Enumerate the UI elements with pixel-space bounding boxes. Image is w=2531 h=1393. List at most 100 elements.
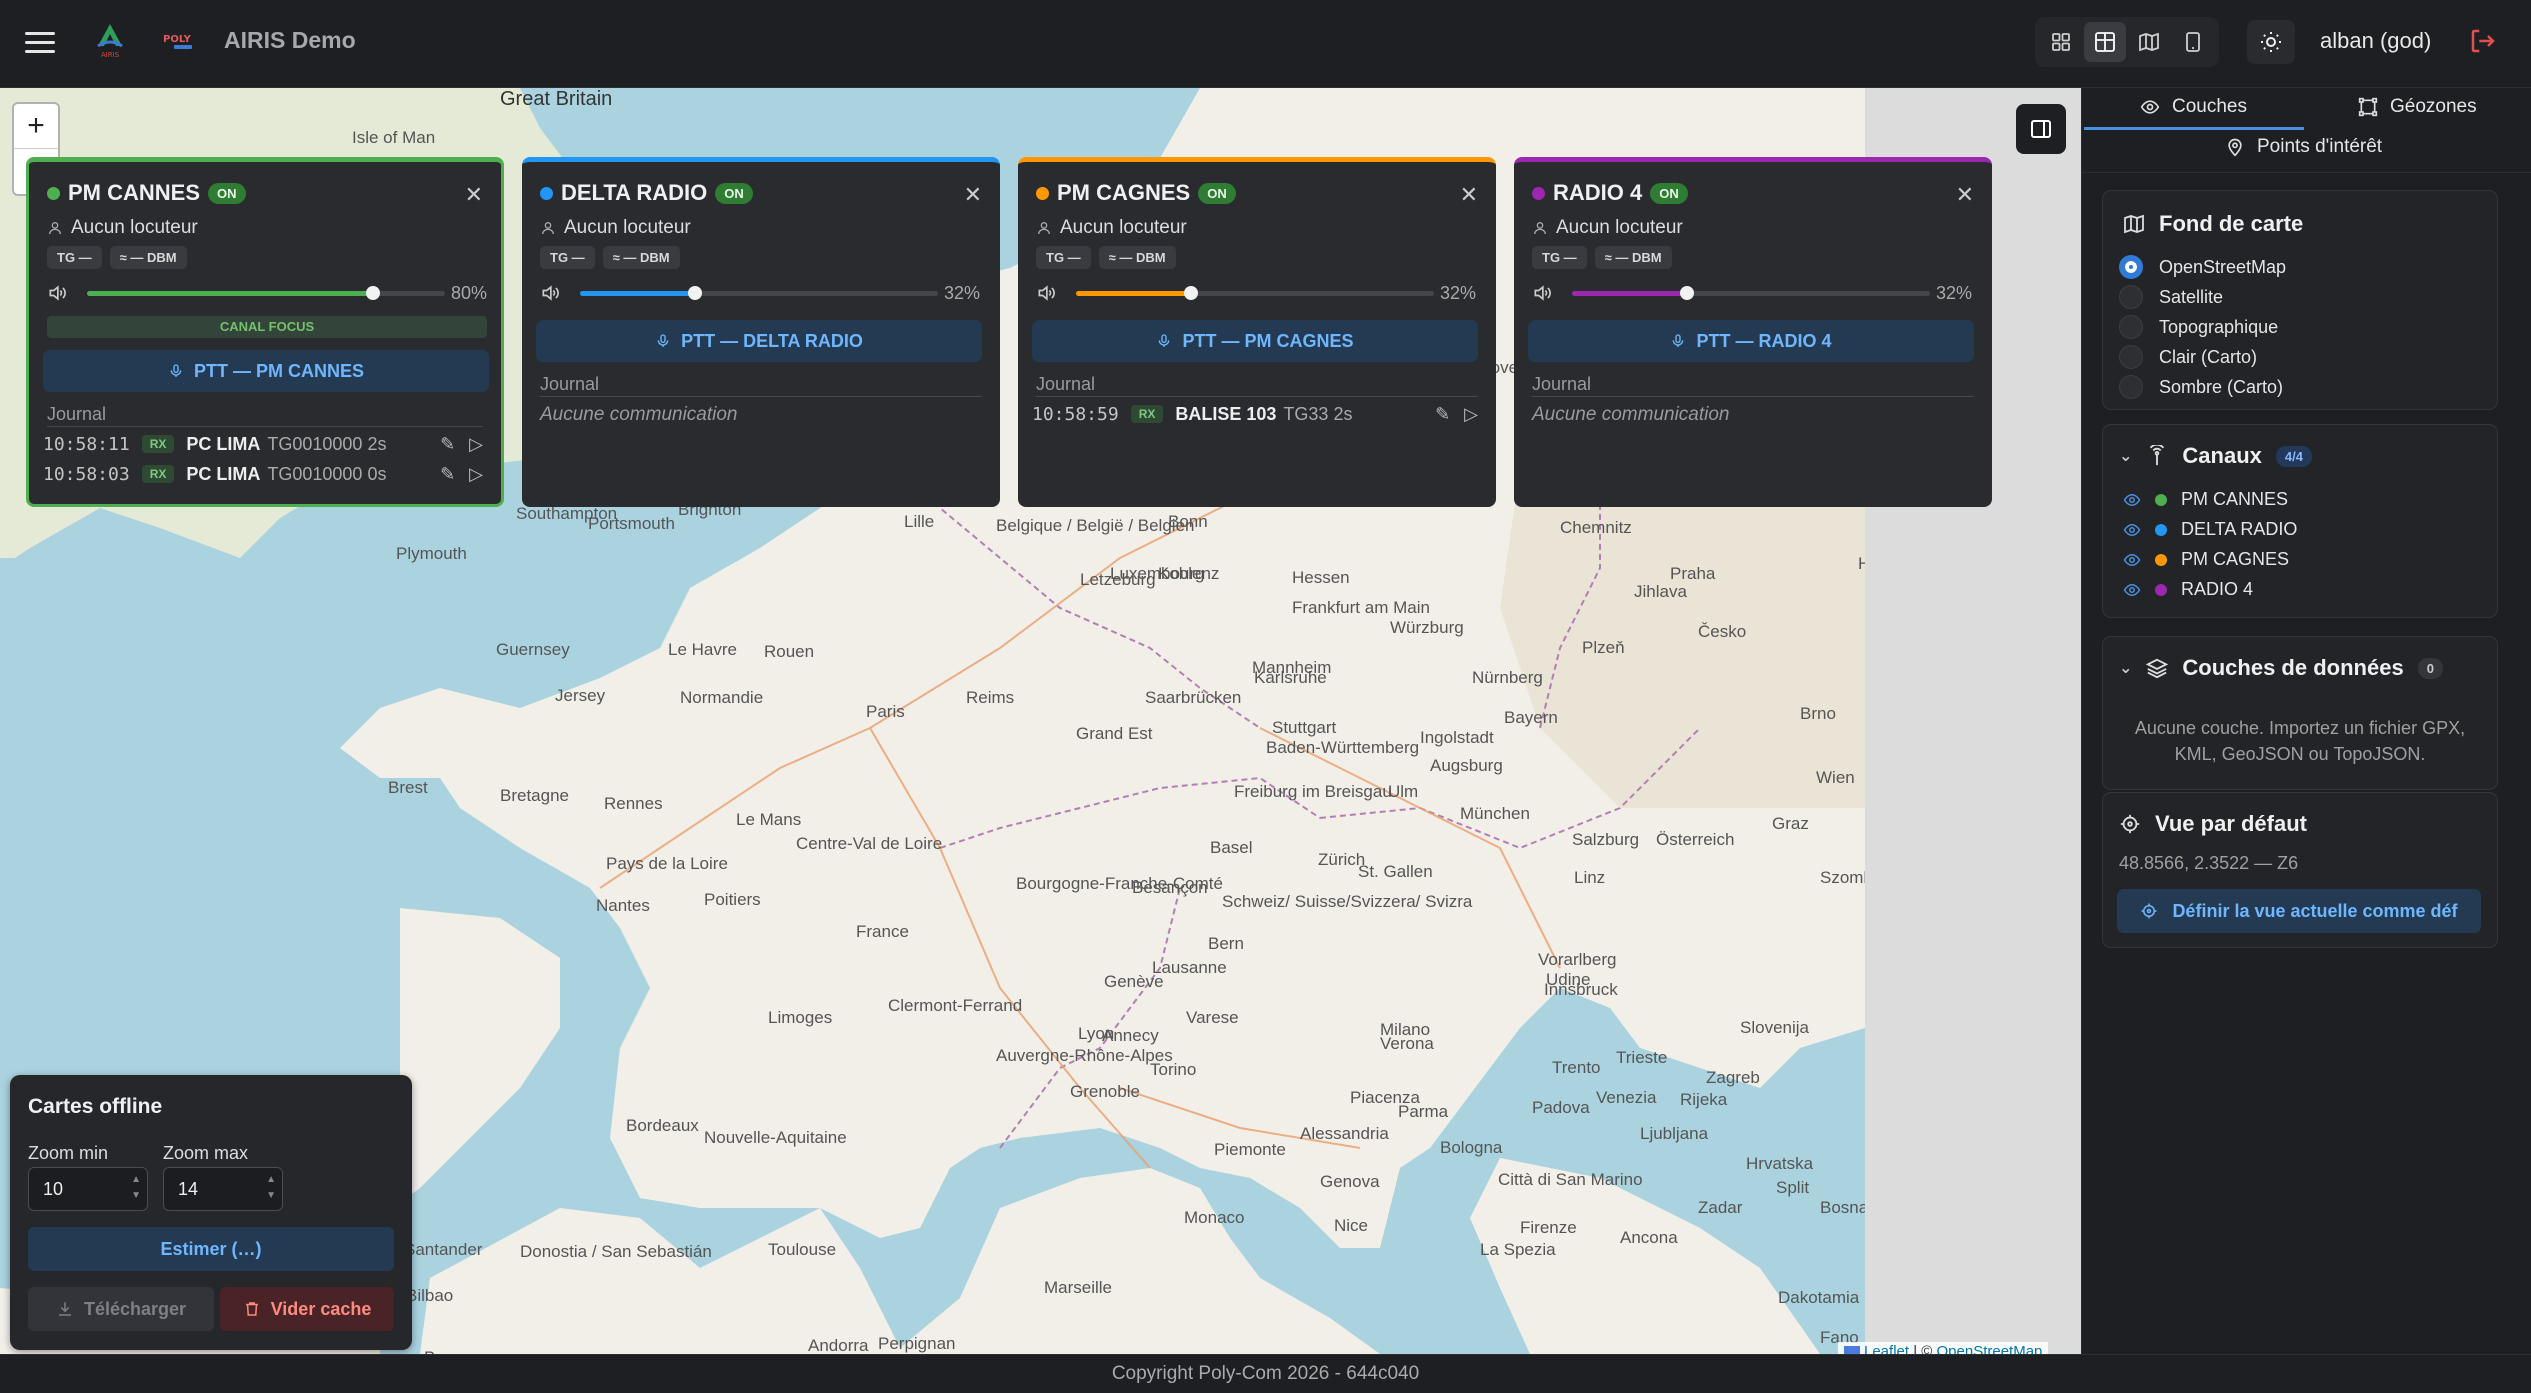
journal-row[interactable]: 10:58:11 RX PC LIMA TG0010000 2s ✎ ▷ <box>43 430 487 458</box>
edit-icon[interactable]: ✎ <box>440 464 455 485</box>
close-icon[interactable]: ✕ <box>1460 182 1478 208</box>
clear-cache-button[interactable]: Vider cache <box>220 1287 394 1331</box>
ptt-button[interactable]: PTT — RADIO 4 <box>1528 320 1974 362</box>
eye-icon[interactable] <box>2123 581 2141 599</box>
download-button[interactable]: Télécharger <box>28 1287 214 1331</box>
map-label: Augsburg <box>1430 756 1503 775</box>
zoom-min-stepper[interactable]: ▲▼ <box>28 1167 148 1211</box>
map-label: Bordeaux <box>626 1116 699 1135</box>
radio-button[interactable] <box>2119 345 2143 369</box>
basemap-option[interactable]: Topographique <box>2119 315 2278 339</box>
chevron-down-icon[interactable]: ⌄ <box>2119 446 2132 466</box>
grid-icon[interactable] <box>2040 22 2082 62</box>
basemap-option[interactable]: Clair (Carto) <box>2119 345 2257 369</box>
close-icon[interactable]: ✕ <box>1956 182 1974 208</box>
play-icon[interactable]: ▷ <box>469 434 483 455</box>
channel-list-name: RADIO 4 <box>2181 579 2254 599</box>
channels-title[interactable]: ⌄ Canaux 4/4 <box>2119 443 2312 469</box>
journal-row[interactable]: 10:58:59 RX BALISE 103 TG33 2s ✎ ▷ <box>1032 400 1482 428</box>
volume-slider[interactable]: 32% <box>1532 281 1972 305</box>
ptt-button[interactable]: PTT — PM CAGNES <box>1032 320 1478 362</box>
volume-knob[interactable] <box>1679 286 1694 300</box>
edit-icon[interactable]: ✎ <box>1435 404 1450 425</box>
volume-knob[interactable] <box>1183 286 1198 300</box>
tab-geozones[interactable]: Géozones <box>2358 96 2477 118</box>
map-icon <box>2124 214 2144 234</box>
channel-list-item[interactable]: RADIO 4 <box>2123 579 2253 600</box>
speaker-status: Aucun locuteur <box>1036 217 1187 239</box>
split-view-icon[interactable] <box>2084 22 2126 62</box>
zoom-in-button[interactable]: + <box>14 104 58 149</box>
eye-icon[interactable] <box>2123 491 2141 509</box>
logout-icon[interactable] <box>2468 26 2502 60</box>
journal-label: Journal <box>1532 374 1592 394</box>
channel-list-item[interactable]: PM CANNES <box>2123 489 2288 510</box>
volume-slider[interactable]: 32% <box>1036 281 1476 305</box>
eye-icon[interactable] <box>2123 521 2141 539</box>
eye-icon[interactable] <box>2123 551 2141 569</box>
volume-knob[interactable] <box>366 286 381 300</box>
channel-panel[interactable]: DELTA RADIO ON ✕ Aucun locuteur TG — ≈ —… <box>522 157 1000 507</box>
radio-button[interactable] <box>2119 375 2143 399</box>
channel-panel[interactable]: PM CANNES ON ✕ Aucun locuteur TG — ≈ — D… <box>26 157 504 507</box>
mobile-icon[interactable] <box>2172 22 2214 62</box>
map-label: Bosna <box>1820 1198 1865 1217</box>
map-icon[interactable] <box>2128 22 2170 62</box>
person-icon <box>1534 222 1546 235</box>
channel-panel[interactable]: RADIO 4 ON ✕ Aucun locuteur TG — ≈ — DBM… <box>1514 157 1992 507</box>
data-layers-title[interactable]: ⌄ Couches de données 0 <box>2119 655 2443 681</box>
channel-name: RADIO 4 <box>1553 180 1643 205</box>
close-icon[interactable]: ✕ <box>964 182 982 208</box>
tab-couches[interactable]: Couches <box>2140 96 2247 118</box>
chevron-down-icon[interactable]: ⌄ <box>2119 658 2132 678</box>
volume-knob[interactable] <box>687 286 702 300</box>
basemap-option[interactable]: OpenStreetMap <box>2119 255 2286 279</box>
map-label: Bilbao <box>406 1286 454 1305</box>
ptt-label: PTT — RADIO 4 <box>1696 330 1832 351</box>
speaker-text: Aucun locuteur <box>1556 217 1683 238</box>
channel-panel[interactable]: PM CAGNES ON ✕ Aucun locuteur TG — ≈ — D… <box>1018 157 1496 507</box>
radio-button[interactable] <box>2119 315 2143 339</box>
map-label: Frankfurt am Main <box>1292 598 1430 617</box>
crosshair-icon <box>2141 903 2157 919</box>
radio-button[interactable] <box>2119 285 2143 309</box>
stepper-arrows-icon[interactable]: ▲ ▼ <box>131 1172 141 1204</box>
ptt-button[interactable]: PTT — PM CANNES <box>43 350 489 392</box>
channel-header: PM CANNES ON <box>47 180 246 206</box>
sidebar-toggle-icon[interactable] <box>2016 104 2066 154</box>
estimate-button[interactable]: Estimer (…) <box>28 1227 394 1271</box>
journal-row[interactable]: 10:58:03 RX PC LIMA TG0010000 0s ✎ ▷ <box>43 460 487 488</box>
rx-badge: RX <box>141 435 175 453</box>
set-default-view-button[interactable]: Définir la vue actuelle comme déf <box>2117 889 2481 933</box>
volume-slider[interactable]: 32% <box>540 281 980 305</box>
map-label: Baden-Württemberg <box>1266 738 1420 757</box>
map-label: München <box>1460 804 1530 823</box>
zoom-max-input[interactable] <box>164 1168 256 1210</box>
radio-button[interactable] <box>2119 255 2143 279</box>
tab-points-interet[interactable]: Points d'intérêt <box>2225 136 2382 158</box>
channel-list-item[interactable]: PM CAGNES <box>2123 549 2289 570</box>
play-icon[interactable]: ▷ <box>1464 404 1478 425</box>
map-label: Zagreb <box>1706 1068 1760 1087</box>
map-label: Great Britain <box>500 88 613 110</box>
map-label: Limoges <box>768 1008 833 1027</box>
basemap-option[interactable]: Satellite <box>2119 285 2223 309</box>
speaker-status: Aucun locuteur <box>47 217 198 239</box>
zoom-max-stepper[interactable]: ▲▼ <box>163 1167 283 1211</box>
play-icon[interactable]: ▷ <box>469 464 483 485</box>
user-name[interactable]: alban (god) <box>2320 28 2431 54</box>
menu-icon[interactable] <box>22 26 58 62</box>
basemap-option[interactable]: Sombre (Carto) <box>2119 375 2283 399</box>
journal-time: 10:58:03 <box>43 463 130 485</box>
zoom-min-input[interactable] <box>29 1168 121 1210</box>
basemap-label: OpenStreetMap <box>2159 256 2287 277</box>
channel-list-item[interactable]: DELTA RADIO <box>2123 519 2297 540</box>
ptt-button[interactable]: PTT — DELTA RADIO <box>536 320 982 362</box>
edit-icon[interactable]: ✎ <box>440 434 455 455</box>
close-icon[interactable]: ✕ <box>465 182 483 208</box>
theme-toggle-sun-icon[interactable] <box>2247 20 2295 64</box>
volume-slider[interactable]: 80% <box>47 281 487 305</box>
channels-card: ⌄ Canaux 4/4 PM CANNES DELTA RADIO PM CAGNES… <box>2102 424 2498 618</box>
map-label: Le Havre <box>668 640 737 659</box>
stepper-arrows-icon[interactable]: ▲ ▼ <box>266 1172 276 1204</box>
